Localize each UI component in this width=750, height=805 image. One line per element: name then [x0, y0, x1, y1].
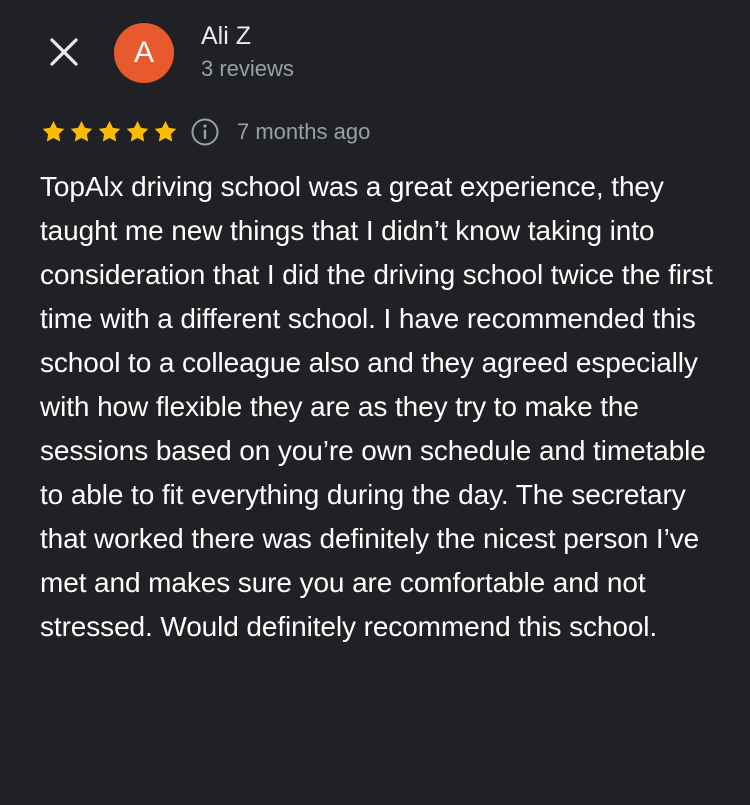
- close-icon: [44, 32, 84, 72]
- info-icon[interactable]: [190, 117, 220, 147]
- review-meta: 7 months ago: [40, 114, 370, 150]
- star-icon: [68, 119, 95, 145]
- star-icon: [40, 119, 67, 145]
- review-time: 7 months ago: [237, 119, 371, 144]
- star-rating: [40, 119, 180, 145]
- review-header: A Ali Z 3 reviews: [0, 0, 750, 110]
- reviewer-review-count: 3 reviews: [201, 56, 294, 81]
- star-icon: [152, 119, 179, 145]
- close-button[interactable]: [44, 32, 84, 72]
- star-icon: [96, 119, 123, 145]
- review-text: TopAlx driving school was a great experi…: [40, 171, 713, 642]
- star-icon: [124, 119, 151, 145]
- avatar[interactable]: A: [114, 23, 174, 83]
- reviewer-name[interactable]: Ali Z: [201, 20, 251, 52]
